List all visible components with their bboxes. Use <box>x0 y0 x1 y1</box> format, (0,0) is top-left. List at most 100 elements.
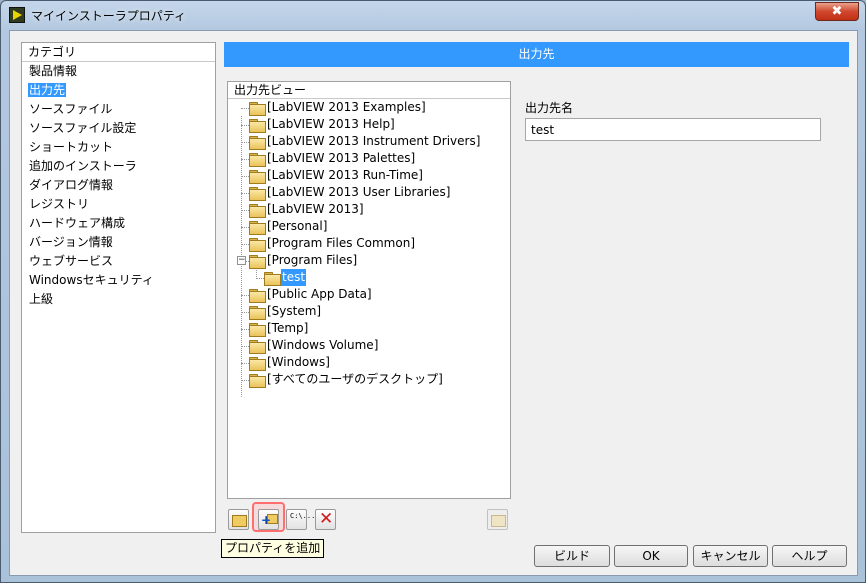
tree-item-label: [Windows] <box>267 355 330 369</box>
tree-item-label: [Temp] <box>267 321 309 335</box>
dialog-client-area: カテゴリ 製品情報出力先 ソースファイル ソースファイル設定ショートカット追加のイン… <box>9 30 858 576</box>
folder-open-icon <box>232 513 247 527</box>
destination-tree-header: 出力先ビュー <box>228 82 510 99</box>
category-item[interactable]: 上級 <box>22 290 215 309</box>
category-item[interactable]: ダイアログ情報 <box>22 176 215 195</box>
category-item[interactable]: ハードウェア構成 <box>22 214 215 233</box>
tree-connector <box>241 329 249 330</box>
category-list: カテゴリ 製品情報出力先 ソースファイル ソースファイル設定ショートカット追加のイン… <box>21 42 216 533</box>
folder-icon <box>249 102 266 116</box>
tree-item-label: [LabVIEW 2013 User Libraries] <box>267 185 451 199</box>
tree-item-label: [LabVIEW 2013 Examples] <box>267 100 426 114</box>
tree-connector <box>241 193 249 194</box>
tree-item[interactable]: [Public App Data] <box>228 286 508 303</box>
category-item-label: ハードウェア構成 <box>29 216 126 230</box>
cancel-button[interactable]: キャンセル <box>693 545 768 567</box>
tree-connector <box>241 363 249 364</box>
folder-add-icon: + <box>261 513 278 527</box>
tree-item-label: [LabVIEW 2013 Run-Time] <box>267 168 423 182</box>
tree-item-label: [LabVIEW 2013 Instrument Drivers] <box>267 134 481 148</box>
category-item[interactable]: Windowsセキュリティ <box>22 271 215 290</box>
folder-icon <box>249 119 266 133</box>
tree-connector <box>241 312 249 313</box>
folder-icon <box>249 238 266 252</box>
tree-connector <box>241 227 249 228</box>
add-property-button[interactable]: + <box>258 509 279 530</box>
ok-button[interactable]: OK <box>614 545 688 567</box>
category-item[interactable]: ソースファイル <box>22 100 215 119</box>
folder-icon <box>249 289 266 303</box>
tree-item-label: [LabVIEW 2013 Palettes] <box>267 151 416 165</box>
tree-item[interactable]: [LabVIEW 2013 Run-Time] <box>228 167 508 184</box>
category-item[interactable]: バージョン情報 <box>22 233 215 252</box>
tree-child-item[interactable]: test <box>228 269 508 286</box>
tree-item-label: test <box>281 269 307 286</box>
folder-icon <box>249 221 266 235</box>
tree-item[interactable]: [LabVIEW 2013 Examples] <box>228 99 508 116</box>
category-item-label: 上級 <box>29 292 54 306</box>
window-title: マイインストーラプロパティ <box>31 9 187 23</box>
drive-path-icon: C:\... <box>290 512 316 520</box>
tree-item[interactable]: − [Program Files] <box>228 252 508 279</box>
tree-connector <box>241 210 249 211</box>
tree-item[interactable]: [Windows] <box>228 354 508 371</box>
tree-item-label: [LabVIEW 2013 Help] <box>267 117 395 131</box>
tree-item-label: [Windows Volume] <box>267 338 379 352</box>
tree-item[interactable]: [System] <box>228 303 508 320</box>
tree-connector <box>256 278 264 279</box>
close-button[interactable]: ✖ <box>815 2 859 21</box>
folder-disabled-icon <box>491 513 506 527</box>
tree-item[interactable]: [すべてのユーザのデスクトップ] <box>228 371 508 388</box>
category-item[interactable]: ショートカット <box>22 138 215 157</box>
tree-item-label: [Program Files Common] <box>267 236 416 250</box>
category-item[interactable]: 追加のインストーラ <box>22 157 215 176</box>
folder-icon <box>249 306 266 320</box>
category-item[interactable]: ソースファイル設定 <box>22 119 215 138</box>
destination-name-input[interactable] <box>525 118 821 141</box>
category-list-header: カテゴリ <box>22 43 215 62</box>
folder-icon <box>249 374 266 388</box>
category-item-label: ショートカット <box>29 140 114 154</box>
title-bar[interactable]: マイインストーラプロパティ ✖ <box>1 1 865 29</box>
tree-item[interactable]: [LabVIEW 2013 Help] <box>228 116 508 133</box>
tooltip: プロパティを追加 <box>221 539 325 558</box>
folder-icon <box>249 357 266 371</box>
tree-connector <box>241 125 249 126</box>
tree-item[interactable]: [Windows Volume] <box>228 337 508 354</box>
category-item[interactable]: レジストリ <box>22 195 215 214</box>
tree-item[interactable]: [LabVIEW 2013 Instrument Drivers] <box>228 133 508 150</box>
folder-open-icon <box>264 272 281 286</box>
folder-icon <box>249 204 266 218</box>
tree-connector <box>241 176 249 177</box>
add-destination-button[interactable] <box>228 509 249 530</box>
add-directory-button[interactable]: C:\... <box>286 509 316 530</box>
folder-properties-button[interactable] <box>487 509 508 530</box>
tree-connector <box>241 108 249 109</box>
folder-icon <box>249 340 266 354</box>
tree-item-label: [すべてのユーザのデスクトップ] <box>267 372 443 386</box>
collapse-icon[interactable]: − <box>237 256 246 265</box>
tree-item[interactable]: [Personal] <box>228 218 508 235</box>
category-item[interactable]: 出力先 <box>22 81 215 100</box>
folder-icon <box>249 255 266 269</box>
tree-item-label: [Program Files] <box>267 253 358 267</box>
tree-item-label: [Public App Data] <box>267 287 372 301</box>
tree-item[interactable]: [LabVIEW 2013 User Libraries] <box>228 184 508 201</box>
tree-item[interactable]: [Temp] <box>228 320 508 337</box>
destination-tree-panel: 出力先ビュー [LabVIEW 2013 Examples] [LabVIEW 2… <box>227 81 511 499</box>
category-item[interactable]: ウェブサービス <box>22 252 215 271</box>
category-item[interactable]: 製品情報 <box>22 62 215 81</box>
build-button[interactable]: ビルド <box>534 545 610 567</box>
category-item-label: ウェブサービス <box>29 254 114 268</box>
tree-item[interactable]: [Program Files Common] <box>228 235 508 252</box>
help-button[interactable]: ヘルプ <box>772 545 847 567</box>
category-item-label: 製品情報 <box>29 64 78 78</box>
tree-connector <box>241 142 249 143</box>
tree-item[interactable]: [LabVIEW 2013 Palettes] <box>228 150 508 167</box>
tree-item[interactable]: [LabVIEW 2013] <box>228 201 508 218</box>
tree-connector <box>241 244 249 245</box>
tree-connector <box>241 346 249 347</box>
dialog-window: マイインストーラプロパティ ✖ カテゴリ 製品情報出力先 ソースファイル ソースファ… <box>0 0 866 583</box>
delete-button[interactable]: ✕ <box>315 509 336 530</box>
tree-connector <box>241 295 249 296</box>
